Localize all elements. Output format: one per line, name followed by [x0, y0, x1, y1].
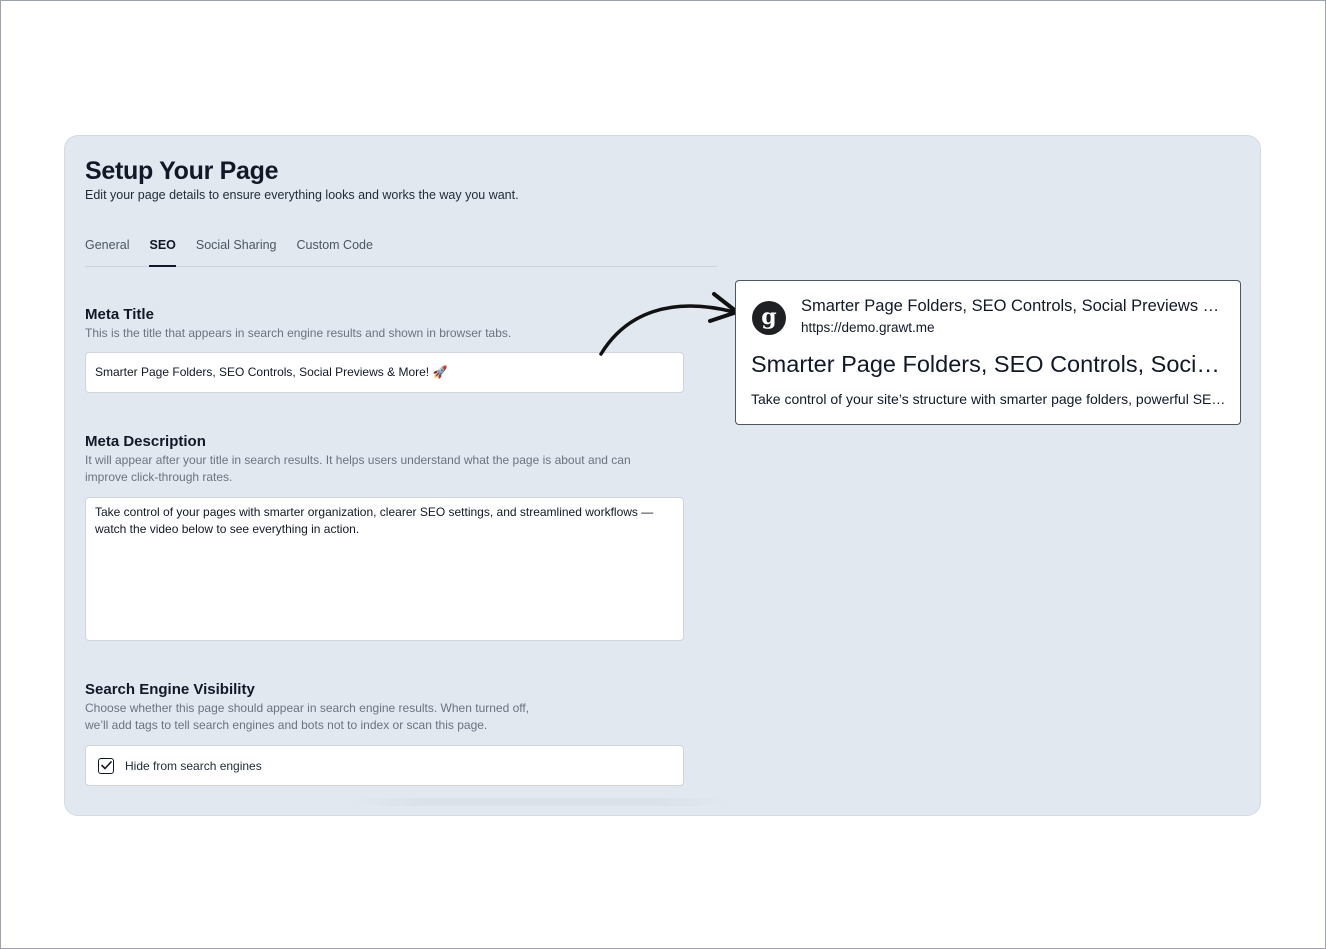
tab-general[interactable]: General — [85, 236, 129, 266]
meta-description-label: Meta Description — [85, 433, 206, 450]
meta-description-help: It will appear after your title in searc… — [85, 453, 631, 484]
page-subtitle: Edit your page details to ensure everyth… — [85, 188, 519, 202]
tab-custom-code[interactable]: Custom Code — [297, 236, 373, 266]
scroll-fade — [350, 798, 730, 806]
tab-seo[interactable]: SEO — [149, 236, 177, 267]
tab-social-sharing[interactable]: Social Sharing — [196, 236, 277, 266]
preview-headline: Smarter Page Folders, SEO Controls, Soci… — [751, 351, 1226, 377]
tab-bar: General SEO Social Sharing Custom Code — [85, 236, 717, 267]
grawt-logo-icon: g — [752, 301, 786, 335]
preview-description: Take control of your site’s structure wi… — [751, 391, 1226, 407]
meta-title-help: This is the title that appears in search… — [85, 326, 512, 340]
page-title: Setup Your Page — [85, 157, 279, 185]
preview-site-title: Smarter Page Folders, SEO Controls, Soci… — [801, 297, 1226, 315]
checkmark-icon — [100, 761, 112, 770]
preview-url: https://demo.grawt.me — [801, 320, 935, 335]
meta-description-textarea[interactable]: Take control of your pages with smarter … — [85, 497, 684, 641]
visibility-help: Choose whether this page should appear i… — [85, 701, 530, 732]
hide-from-search-row[interactable]: Hide from search engines — [85, 745, 684, 786]
hide-from-search-checkbox[interactable] — [98, 757, 114, 774]
hide-from-search-label: Hide from search engines — [125, 758, 262, 773]
meta-title-label: Meta Title — [85, 306, 154, 323]
visibility-label: Search Engine Visibility — [85, 681, 255, 698]
curved-arrow-icon — [599, 292, 739, 356]
meta-title-input[interactable]: Smarter Page Folders, SEO Controls, Soci… — [85, 352, 684, 393]
favicon-glyph: g — [761, 304, 777, 330]
search-preview-card: g Smarter Page Folders, SEO Controls, So… — [735, 280, 1241, 425]
